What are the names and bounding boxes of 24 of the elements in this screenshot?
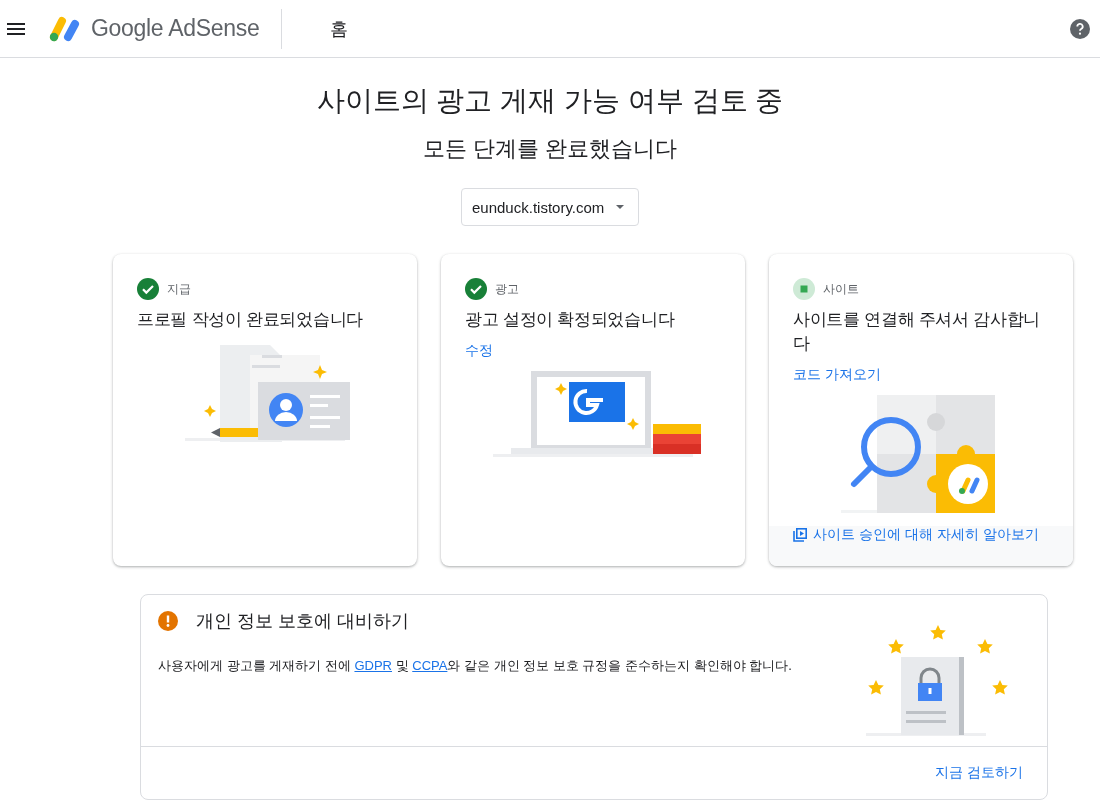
step-label: 지급	[167, 280, 191, 298]
help-icon[interactable]	[1070, 18, 1090, 39]
video-library-icon	[793, 528, 807, 542]
review-now-link[interactable]: 지금 검토하기	[935, 764, 1023, 782]
regulation-link[interactable]: GDPR	[354, 658, 392, 673]
brand-name: Google AdSense	[91, 15, 260, 42]
page-title: 홈	[330, 17, 349, 41]
regulation-link[interactable]: CCPA	[412, 658, 448, 673]
privacy-description: 사용자에게 광고를 게재하기 전에 GDPR 및 CCPA와 같은 개인 정보 보호 규정을 준수하는지 확인해야 합니다.	[158, 657, 793, 675]
caret-icon	[616, 205, 625, 209]
card-heading: 사이트를 연결해 주셔서 감사합니다	[793, 309, 1042, 355]
card-heading: 광고 설정이 확정되었습니다	[465, 309, 676, 331]
card-link[interactable]: 수정	[465, 342, 493, 360]
logo-icon	[47, 15, 81, 42]
privacy-heading: 개인 정보 보호에 대비하기	[196, 610, 409, 633]
warning-icon	[158, 611, 178, 631]
card-heading: 프로필 작성이 완료되었습니다	[137, 309, 364, 331]
site-dropdown[interactable]: eunduck.tistory.com	[461, 188, 639, 226]
step-label: 사이트	[823, 280, 859, 298]
step-label: 광고	[495, 280, 519, 298]
card-link[interactable]: 코드 가져오기	[793, 366, 881, 384]
page-heading: 사이트의 광고 게재 가능 여부 검토 중	[315, 84, 785, 118]
menu-icon[interactable]	[7, 22, 25, 35]
page-subheading: 모든 단계를 완료했습니다	[421, 135, 679, 163]
